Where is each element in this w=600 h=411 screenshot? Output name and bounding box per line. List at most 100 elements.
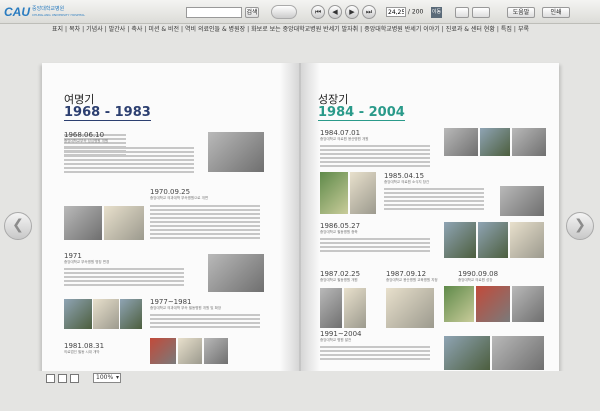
event-photo — [512, 128, 546, 156]
right-era-years: 1984 - 2004 — [318, 105, 405, 121]
event-caption: 중앙대학교 의료원 성장 — [458, 278, 493, 282]
event-photo — [320, 172, 348, 214]
event-caption: 중앙대학교부속 성심병원 개원 — [64, 139, 109, 143]
event-year: 1971 — [64, 252, 82, 260]
event-caption: 중앙대학교 의료원 용산병원 개원 — [320, 137, 369, 141]
event-text — [320, 345, 430, 362]
hospital-logo: CAU 중앙대학교병원 CHUNG-ANG UNIVERSITY HOSPITA… — [4, 3, 85, 21]
book-spine — [280, 63, 320, 383]
event-text — [320, 144, 430, 169]
event-photo — [93, 299, 119, 329]
event-photo — [320, 288, 342, 328]
toolbar: CAU 중앙대학교병원 CHUNG-ANG UNIVERSITY HOSPITA… — [0, 0, 600, 24]
event-photo — [492, 336, 544, 370]
event-photo — [444, 336, 490, 370]
event-text — [64, 267, 184, 288]
logo-mark: CAU — [4, 5, 30, 19]
menu-separator: | — [496, 26, 499, 33]
menu-item[interactable]: 표지 — [52, 26, 63, 33]
single-page-view-icon[interactable] — [46, 374, 55, 383]
event-caption: 중앙대학교 의료원 소식지 창간 — [384, 180, 430, 184]
event-year: 1991~2004 — [320, 330, 362, 338]
thumbnail-view-icon[interactable] — [70, 374, 79, 383]
event-year: 1984.07.01 — [320, 129, 361, 137]
menu-separator: | — [65, 26, 68, 33]
menu-separator: | — [513, 26, 516, 33]
layout-icon[interactable] — [455, 7, 469, 18]
print-button[interactable]: 인쇄 — [542, 7, 570, 18]
event-caption: 중앙대학교 병원 발전 — [320, 338, 352, 342]
event-photo — [204, 338, 228, 364]
view-toggle-button[interactable] — [271, 5, 297, 19]
menu-item[interactable]: 역비 의료인들 & 병원장 — [185, 26, 245, 33]
menu-separator: | — [82, 26, 85, 33]
event-text — [150, 313, 260, 330]
event-year: 1985.04.15 — [384, 172, 425, 180]
chapter-menu: 표지 | 목차 | 기념사 | 발간사 | 축사 | 미션 & 비전 | 역비 의료인들 & 병원장 | 화… — [0, 24, 600, 36]
search-button[interactable]: 검색 — [245, 7, 259, 18]
event-caption: 중앙대학교 필동병원 증축 — [320, 230, 358, 234]
event-photo — [350, 172, 376, 214]
event-photo — [476, 286, 510, 322]
event-photo — [386, 288, 434, 328]
menu-item[interactable]: 기념사 — [86, 26, 103, 33]
menu-item[interactable]: 목차 — [69, 26, 80, 33]
menu-item[interactable]: 미션 & 비전 — [148, 26, 179, 33]
event-year: 1977~1981 — [150, 298, 192, 306]
left-era-years: 1968 - 1983 — [64, 105, 151, 121]
menu-item[interactable]: 축사 — [131, 26, 142, 33]
event-photo — [444, 222, 476, 258]
event-year: 1987.02.25 — [320, 270, 361, 278]
event-photo — [64, 299, 92, 329]
go-button[interactable]: 이동 — [431, 7, 442, 18]
event-caption: 중앙대학교 의과대학 부속병원으로 개편 — [150, 196, 209, 200]
logo-subtext: CHUNG-ANG UNIVERSITY HOSPITAL — [32, 13, 86, 17]
fullscreen-icon[interactable] — [472, 7, 490, 18]
menu-item[interactable]: 진료과 & 센터 현황 — [446, 26, 495, 33]
event-photo — [64, 206, 102, 240]
search-input[interactable] — [186, 7, 242, 18]
menu-item[interactable]: 특집 — [501, 26, 512, 33]
menu-item[interactable]: 부록 — [518, 26, 529, 33]
event-photo — [208, 132, 264, 172]
total-pages: 200 — [411, 8, 424, 16]
double-page-view-icon[interactable] — [58, 374, 67, 383]
menu-item[interactable]: 화보로 보는 중앙대학교병원 반세기 발자취 — [251, 26, 358, 33]
event-photo — [478, 222, 508, 258]
menu-separator: | — [127, 26, 130, 33]
last-page-button[interactable]: ⏭ — [362, 5, 376, 19]
help-button[interactable]: 도움말 — [507, 7, 535, 18]
next-page-arrow[interactable]: ❯ — [566, 212, 594, 240]
page-indicator: / 200 — [386, 7, 434, 18]
page-separator: / — [407, 8, 410, 16]
first-page-button[interactable]: ⏮ — [311, 5, 325, 19]
next-page-button[interactable]: ▶ — [345, 5, 359, 19]
event-text — [64, 146, 194, 175]
event-caption: 중앙대학교 용산병원 교육병원 지정 — [386, 278, 438, 282]
page-number-input[interactable] — [386, 7, 406, 17]
event-photo — [510, 222, 544, 258]
zoom-select[interactable]: 100% — [93, 373, 121, 383]
event-text — [384, 187, 484, 212]
event-photo — [444, 286, 474, 322]
event-year: 1990.09.08 — [458, 270, 499, 278]
status-bar: 100% — [0, 371, 600, 411]
event-photo — [208, 254, 264, 292]
event-photo — [104, 206, 144, 240]
event-photo — [120, 299, 142, 329]
menu-separator: | — [104, 26, 107, 33]
event-year: 1981.08.31 — [64, 342, 105, 350]
event-photo — [480, 128, 510, 156]
menu-item[interactable]: 중앙대학교병원 반세기 이야기 — [364, 26, 440, 33]
event-photo — [150, 338, 176, 364]
prev-page-button[interactable]: ◀ — [328, 5, 342, 19]
menu-separator: | — [441, 26, 444, 33]
menu-separator: | — [144, 26, 147, 33]
event-year: 1987.09.12 — [386, 270, 427, 278]
event-year: 1968.06.10 — [64, 131, 105, 139]
prev-page-arrow[interactable]: ❮ — [4, 212, 32, 240]
menu-item[interactable]: 발간사 — [109, 26, 126, 33]
event-year: 1986.05.27 — [320, 222, 361, 230]
menu-separator: | — [247, 26, 250, 33]
event-photo — [344, 288, 366, 328]
